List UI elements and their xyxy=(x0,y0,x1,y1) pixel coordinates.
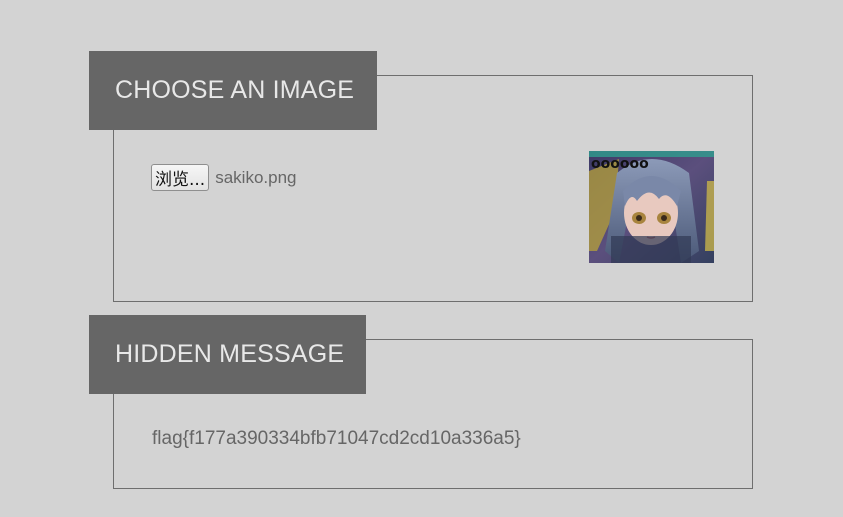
hidden-message-text: flag{f177a390334bfb71047cd2cd10a336a5} xyxy=(152,428,521,449)
browse-button[interactable]: 浏览... xyxy=(151,164,210,191)
hidden-message-heading: HIDDEN MESSAGE xyxy=(89,315,366,394)
anime-portrait-image: oooooo xyxy=(589,151,714,263)
preview-overlay-text: oooooo xyxy=(591,156,649,172)
image-preview: oooooo xyxy=(589,151,714,263)
selected-file-name: sakiko.png xyxy=(215,167,297,187)
choose-image-heading: CHOOSE AN IMAGE xyxy=(89,51,377,130)
file-input[interactable]: 浏览... sakiko.png xyxy=(151,164,297,191)
